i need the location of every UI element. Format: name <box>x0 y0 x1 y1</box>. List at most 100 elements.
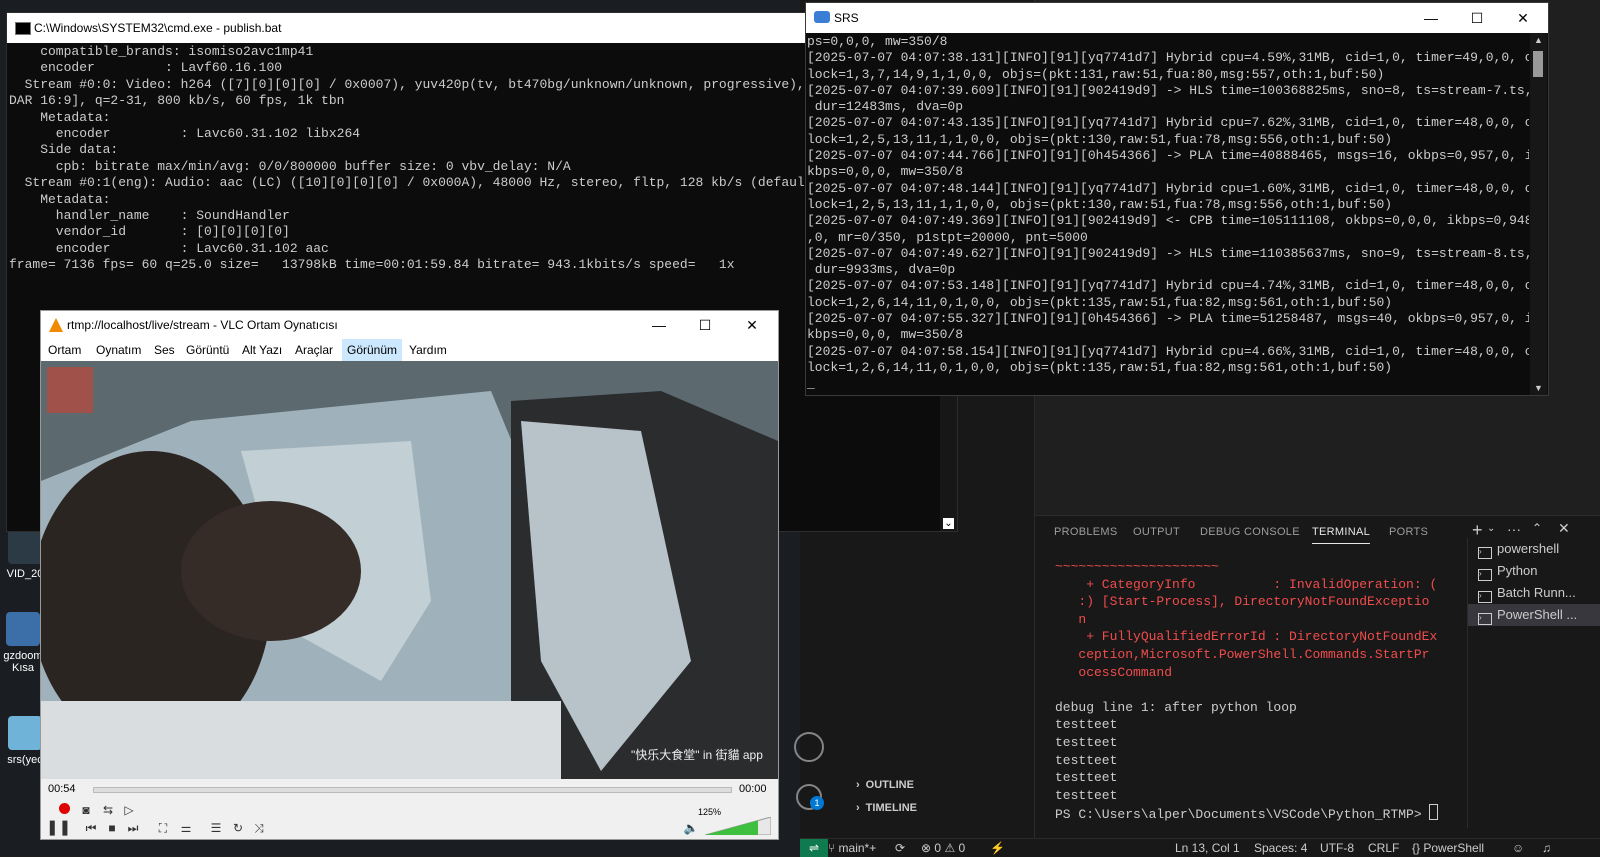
tab-debug-console[interactable]: DEBUG CONSOLE <box>1200 526 1300 538</box>
cmd-line: Metadata: <box>9 191 111 207</box>
menu-alt-yazi[interactable]: Alt Yazı <box>242 343 282 357</box>
snapshot-icon[interactable]: ◙ <box>76 801 96 819</box>
language-mode[interactable]: {} PowerShell <box>1412 841 1484 855</box>
minimize-button[interactable]: — <box>636 311 682 339</box>
next-icon[interactable]: ⏭ <box>123 819 143 837</box>
log-line: dur=9933ms, dva=0p <box>807 262 956 278</box>
terminal-item-powershell-active[interactable]: › PowerShell ... <box>1468 604 1600 626</box>
srs-app-icon <box>814 11 830 23</box>
video-file-icon <box>8 530 42 564</box>
account-icon[interactable] <box>794 732 824 762</box>
total-time: 00:00 <box>739 783 767 795</box>
cmd-line: DAR 16:9], q=2-31, 800 kb/s, 60 fps, 1k … <box>9 93 345 109</box>
scroll-down-icon[interactable]: ⌄ <box>943 518 954 529</box>
debug-icon[interactable]: ⚡ <box>990 841 1005 855</box>
seek-bar[interactable]: 00:54 00:00 <box>41 779 778 799</box>
close-button[interactable]: ✕ <box>729 311 775 339</box>
terminal-line: + CategoryInfo : InvalidOperation: ( <box>1055 576 1438 592</box>
video-watermark: "快乐大食堂" in 街貓 app <box>631 748 763 762</box>
tab-terminal[interactable]: TERMINAL <box>1312 526 1371 544</box>
vlc-title-bar[interactable]: rtmp://localhost/live/stream - VLC Ortam… <box>41 311 778 339</box>
tab-problems[interactable]: PROBLEMS <box>1054 526 1118 538</box>
terminal-output[interactable]: ~~~~~~~~~~~~~~~~~~~~~ + CategoryInfo : I… <box>1055 558 1455 824</box>
pause-button[interactable]: ❚❚ <box>46 819 71 837</box>
scroll-down-icon[interactable]: ▼ <box>1534 383 1543 393</box>
volume-icon[interactable]: 🔈 <box>681 819 701 837</box>
terminal-prompt[interactable]: PS C:\Users\alper\Documents\VSCode\Pytho… <box>1055 804 1455 824</box>
git-branch[interactable]: ⑂ main*+ <box>828 841 876 855</box>
terminal-line: n <box>1055 611 1087 627</box>
record-button[interactable] <box>54 801 74 819</box>
eol[interactable]: CRLF <box>1368 841 1399 855</box>
loop-icon[interactable]: ↻ <box>228 819 248 837</box>
cmd-line: encoder : Lavc60.31.102 libx264 <box>9 126 361 142</box>
minimize-button[interactable]: — <box>1408 3 1454 33</box>
tab-output[interactable]: OUTPUT <box>1133 526 1180 538</box>
cmd-line: compatible_brands: isomiso2avc1mp41 <box>9 44 314 59</box>
remote-icon[interactable]: ⇌ <box>800 839 828 857</box>
cmd-line: handler_name : SoundHandler <box>9 208 290 224</box>
copilot-icon[interactable]: ☺ <box>1512 841 1524 855</box>
encoding[interactable]: UTF-8 <box>1320 841 1354 855</box>
timeline-section[interactable]: › TIMELINE <box>856 802 917 814</box>
cmd-line: Stream #0:0: Video: h264 ([7][0][0][0] /… <box>9 76 821 92</box>
video-area[interactable]: "快乐大食堂" in 街貓 app <box>41 361 778 779</box>
close-panel-icon[interactable]: ✕ <box>1558 520 1570 537</box>
frame-step-icon[interactable]: ▷ <box>119 801 139 819</box>
terminal-item-batch[interactable]: › Batch Runn... <box>1468 582 1600 604</box>
braces-icon: {} <box>1412 841 1424 855</box>
close-button[interactable]: ✕ <box>1500 3 1546 33</box>
chevron-right-icon: › <box>856 802 860 814</box>
maximize-button[interactable]: ☐ <box>682 311 728 339</box>
maximize-button[interactable]: ☐ <box>1454 3 1500 33</box>
stop-icon[interactable]: ■ <box>102 819 122 837</box>
scroll-up-icon[interactable]: ▲ <box>1534 35 1543 45</box>
menu-goruntu[interactable]: Görüntü <box>186 343 229 357</box>
menu-oynatim[interactable]: Oynatım <box>96 343 141 357</box>
menu-yardim[interactable]: Yardım <box>409 343 447 357</box>
branch-icon: ⑂ <box>828 841 839 855</box>
tab-ports[interactable]: PORTS <box>1389 526 1428 538</box>
playlist-icon[interactable]: ☰ <box>206 819 226 837</box>
terminal-icon: › <box>1478 569 1492 581</box>
terminal-line: + FullyQualifiedErrorId : DirectoryNotFo… <box>1055 629 1438 645</box>
chevron-down-icon[interactable]: ⌄ <box>1487 523 1495 534</box>
log-line: ,0, mr=0/350, p1stpt=20000, pnt=5000 <box>807 229 1088 245</box>
menu-ses[interactable]: Ses <box>154 343 175 357</box>
terminal-icon: › <box>1478 591 1492 603</box>
log-line: kbps=0,0,0, mw=350/8 <box>807 327 964 343</box>
scroll-thumb[interactable] <box>1533 51 1543 77</box>
log-line: [2025-07-07 04:07:44.766][INFO][91][0h45… <box>807 148 1529 164</box>
srs-title-bar[interactable]: SRS — ☐ ✕ <box>806 3 1548 33</box>
seek-track[interactable] <box>93 787 732 793</box>
previous-icon[interactable]: ⏮ <box>81 819 101 837</box>
prompt-text: PS C:\Users\alper\Documents\VSCode\Pytho… <box>1055 807 1430 823</box>
volume-slider[interactable] <box>705 817 771 835</box>
shuffle-icon[interactable]: ⤨ <box>249 819 269 837</box>
srs-scrollbar[interactable]: ▲ ▼ <box>1530 33 1547 395</box>
menu-gorunum[interactable]: Görünüm <box>342 339 403 361</box>
sync-icon[interactable]: ⟳ <box>895 841 905 855</box>
outline-section[interactable]: › OUTLINE <box>856 779 914 791</box>
log-line: [2025-07-07 04:07:39.609][INFO][91][9024… <box>807 82 1529 98</box>
extended-settings-icon[interactable]: ⚌ <box>176 819 196 837</box>
cursor-position[interactable]: Ln 13, Col 1 <box>1175 841 1240 855</box>
menu-araclar[interactable]: Araçlar <box>295 343 333 357</box>
terminal-item-powershell[interactable]: › powershell <box>1468 538 1600 560</box>
indentation[interactable]: Spaces: 4 <box>1254 841 1307 855</box>
terminal-cursor <box>1429 804 1439 821</box>
more-actions-icon[interactable]: ··· <box>1507 521 1521 537</box>
maximize-panel-icon[interactable]: ⌃ <box>1532 521 1542 535</box>
vlc-controls: ◙ ⇆ ▷ ❚❚ ⏮ ■ ⏭ ⛶ ⚌ ☰ ↻ ⤨ 125% 🔈 <box>41 799 778 839</box>
fullscreen-icon[interactable]: ⛶ <box>153 819 173 837</box>
srs-log-output[interactable]: ps=0,0,0, mw=350/8 [2025-07-07 04:07:38.… <box>807 34 1529 394</box>
terminal-item-python[interactable]: › Python <box>1468 560 1600 582</box>
problems-indicator[interactable]: ⊗ 0 ⚠ 0 <box>921 841 965 855</box>
loop-ab-icon[interactable]: ⇆ <box>98 801 118 819</box>
vlc-cone-icon <box>49 318 63 332</box>
menu-ortam[interactable]: Ortam <box>48 343 81 357</box>
log-line: lock=1,2,6,14,11,0,1,0,0, objs=(pkt:135,… <box>807 359 1393 375</box>
log-line: [2025-07-07 04:07:49.369][INFO][91][9024… <box>807 213 1529 229</box>
bell-icon[interactable]: ♫ <box>1542 841 1551 855</box>
